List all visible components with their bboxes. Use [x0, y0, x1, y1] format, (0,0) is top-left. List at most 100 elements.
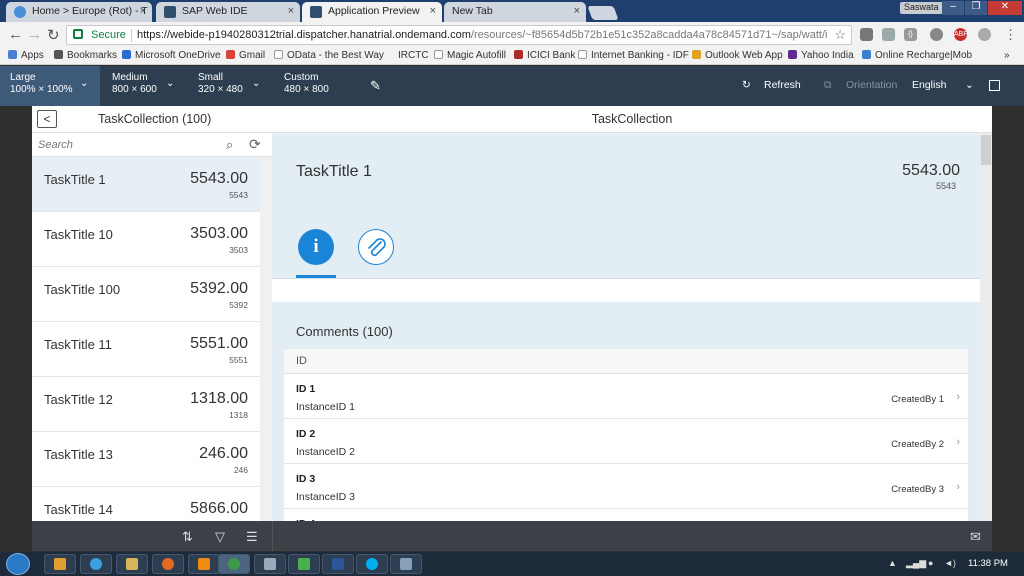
- list-item-unit: 246: [233, 465, 248, 475]
- info-tab-icon[interactable]: i: [298, 229, 334, 265]
- bookmark-icici[interactable]: ICICI Bank: [514, 50, 575, 61]
- bookmark-outlook[interactable]: Outlook Web App: [692, 50, 783, 61]
- scrollbar-thumb[interactable]: [981, 135, 991, 165]
- taskbar-media-player[interactable]: [44, 554, 76, 574]
- back-arrow-icon[interactable]: ←: [8, 26, 23, 43]
- signal-icon[interactable]: ▂▄▆: [906, 558, 926, 569]
- start-button[interactable]: [6, 553, 30, 575]
- refresh-icon[interactable]: ⟳: [249, 136, 261, 153]
- device-small[interactable]: Small 320 × 480 ⌄: [188, 66, 274, 106]
- restore-icon[interactable]: ❐: [965, 1, 987, 15]
- yahoo-icon: [788, 50, 797, 59]
- bookmark-star-icon[interactable]: ☆: [834, 27, 846, 43]
- table-row[interactable]: ID 3 InstanceID 3 CreatedBy 3 ›: [284, 464, 968, 509]
- master-title: TaskCollection (100): [98, 112, 212, 126]
- extension-icon[interactable]: {}: [904, 28, 917, 41]
- extension-icon[interactable]: [930, 28, 943, 41]
- bookmark-yahoo[interactable]: Yahoo India: [788, 50, 854, 61]
- browser-tab-sap-web-ide[interactable]: SAP Web IDE ×: [156, 2, 300, 22]
- detail-scrollbar[interactable]: [980, 133, 992, 521]
- edit-pencil-icon[interactable]: ✎: [370, 78, 381, 94]
- close-icon[interactable]: ×: [140, 5, 146, 17]
- table-row[interactable]: ID 2 InstanceID 2 CreatedBy 2 ›: [284, 419, 968, 464]
- filter-icon[interactable]: ▽: [215, 529, 225, 545]
- email-icon[interactable]: ✉: [970, 529, 981, 545]
- taskbar-chrome[interactable]: [218, 554, 250, 574]
- bookmark-label: Microsoft OneDrive: [135, 50, 221, 61]
- forward-arrow-icon[interactable]: →: [27, 26, 42, 43]
- list-item[interactable]: TaskTitle 1 5543.00 5543: [32, 157, 260, 212]
- device-large[interactable]: Large 100% × 100% ⌄: [0, 66, 100, 106]
- detail-pane: TaskCollection TaskTitle 1 5543.00 5543 …: [272, 106, 992, 521]
- qr-code-icon[interactable]: [989, 80, 1000, 91]
- search-input[interactable]: [38, 137, 218, 153]
- menu-dots-icon[interactable]: ⋮: [1004, 27, 1017, 43]
- close-icon[interactable]: ×: [574, 5, 580, 17]
- taskbar-vlc[interactable]: [188, 554, 220, 574]
- tray-app-icon[interactable]: ●: [928, 558, 933, 568]
- list-item[interactable]: TaskTitle 13 246.00 246: [32, 432, 260, 487]
- volume-icon[interactable]: ◄): [944, 558, 956, 568]
- taskbar-firefox[interactable]: [152, 554, 184, 574]
- bookmarks-overflow[interactable]: »: [1004, 50, 1010, 61]
- address-bar[interactable]: Secure https://webide-p1940280312trial.d…: [66, 25, 852, 45]
- bookmark-odata[interactable]: OData - the Best Way: [274, 50, 384, 61]
- url-text[interactable]: https://webide-p1940280312trial.dispatch…: [137, 29, 827, 41]
- attachment-tab-icon[interactable]: [358, 229, 394, 265]
- back-button[interactable]: <: [37, 110, 57, 128]
- close-icon[interactable]: ×: [430, 5, 436, 17]
- list-item[interactable]: TaskTitle 12 1318.00 1318: [32, 377, 260, 432]
- tab-label: SAP Web IDE: [182, 5, 248, 17]
- refresh-button[interactable]: Refresh: [764, 79, 801, 91]
- taskbar-app[interactable]: [254, 554, 286, 574]
- taskbar-ie[interactable]: [80, 554, 112, 574]
- browser-tab-new-tab[interactable]: New Tab ×: [444, 2, 586, 22]
- bookmark-apps[interactable]: Apps: [8, 50, 44, 61]
- extension-icon[interactable]: [860, 28, 873, 41]
- browser-tab-home[interactable]: Home > Europe (Rot) - T ×: [6, 2, 152, 22]
- table-row[interactable]: ID 4: [284, 509, 968, 521]
- taskbar-explorer[interactable]: [116, 554, 148, 574]
- new-tab-button[interactable]: [587, 6, 619, 20]
- list-item[interactable]: TaskTitle 10 3503.00 3503: [32, 212, 260, 267]
- window-close-icon[interactable]: ✕: [988, 1, 1022, 15]
- bookmark-gmail[interactable]: Gmail: [226, 50, 265, 61]
- master-pane: < TaskCollection (100) ⌕ ⟳ TaskTitle 1 5…: [32, 106, 272, 521]
- browser-tab-application-preview[interactable]: Application Preview ×: [302, 2, 442, 22]
- table-row[interactable]: ID 1 InstanceID 1 CreatedBy 1 ›: [284, 374, 968, 419]
- list-item[interactable]: TaskTitle 11 5551.00 5551: [32, 322, 260, 377]
- device-custom[interactable]: Custom 480 × 800: [274, 66, 364, 106]
- bookmark-online-recharge[interactable]: Online Recharge|Mob: [862, 50, 972, 61]
- paperclip-icon: [368, 238, 386, 257]
- reload-icon[interactable]: ↻: [47, 26, 60, 44]
- device-medium[interactable]: Medium 800 × 600 ⌄: [102, 66, 188, 106]
- close-icon[interactable]: ×: [288, 5, 294, 17]
- adblock-icon[interactable]: ABP: [954, 28, 968, 41]
- taskbar-word[interactable]: [322, 554, 354, 574]
- orientation-button[interactable]: Orientation: [846, 79, 897, 91]
- extension-icon[interactable]: [882, 28, 895, 41]
- bookmark-onedrive[interactable]: Microsoft OneDrive: [122, 50, 221, 61]
- group-icon[interactable]: ☰: [246, 529, 258, 545]
- user-profile-chip[interactable]: Saswata: [900, 2, 943, 14]
- skype-icon: [366, 558, 378, 570]
- list-item[interactable]: TaskTitle 100 5392.00 5392: [32, 267, 260, 322]
- taskbar-app[interactable]: [288, 554, 320, 574]
- search-icon[interactable]: ⌕: [226, 137, 233, 153]
- minimize-icon[interactable]: –: [942, 1, 964, 15]
- bookmark-internet-banking[interactable]: Internet Banking - IDF: [578, 50, 689, 61]
- taskbar-app[interactable]: [390, 554, 422, 574]
- language-select[interactable]: English: [912, 79, 946, 91]
- tray-expand-icon[interactable]: ▲: [888, 558, 897, 568]
- outlook-icon: [692, 50, 701, 59]
- chevron-down-icon[interactable]: ⌄: [965, 79, 974, 91]
- list-item[interactable]: TaskTitle 14 5866.00 5866: [32, 487, 260, 521]
- bookmark-magic-autofill[interactable]: Magic Autofill: [434, 50, 506, 61]
- taskbar-skype[interactable]: [356, 554, 388, 574]
- bookmark-bookmarks[interactable]: Bookmarks: [54, 50, 117, 61]
- system-clock[interactable]: 11:38 PM: [968, 558, 1008, 569]
- skype-ext-icon[interactable]: [978, 28, 991, 41]
- master-scrollbar[interactable]: [260, 157, 272, 521]
- bookmark-irctc[interactable]: IRCTC: [398, 50, 429, 61]
- sort-icon[interactable]: ⇅: [182, 529, 193, 545]
